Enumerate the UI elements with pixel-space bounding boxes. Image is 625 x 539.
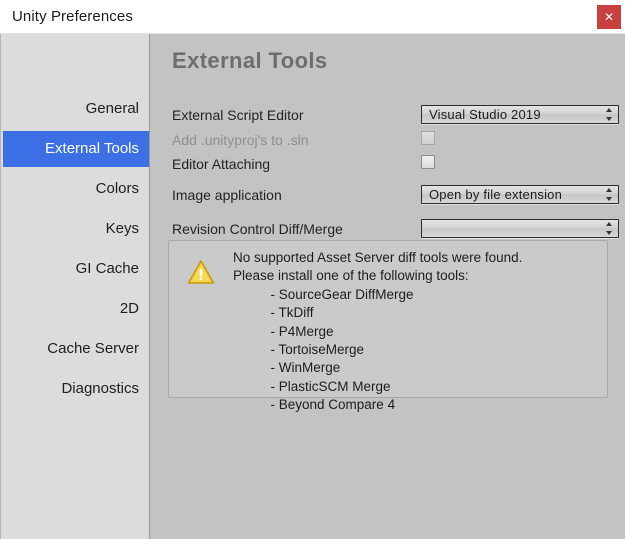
close-button[interactable]: ✕ <box>597 5 621 29</box>
label-editor-attaching: Editor Attaching <box>172 156 271 172</box>
dropdown-external-script-editor[interactable]: Visual Studio 2019 <box>421 105 619 124</box>
chevron-updown-icon <box>605 222 614 235</box>
form-row-external-script-editor: External Script Editor Visual Studio 2019 <box>151 105 625 127</box>
sidebar-item-external-tools[interactable]: External Tools <box>3 131 149 167</box>
help-box-text: No supported Asset Server diff tools wer… <box>233 250 523 413</box>
preferences-main-panel: External Tools External Script Editor Vis… <box>151 34 625 539</box>
chevron-updown-icon <box>605 108 614 121</box>
window-content: General External Tools Colors Keys GI Cache 2… <box>0 34 625 539</box>
title-bar: Unity Preferences ✕ <box>0 0 625 34</box>
help-box: No supported Asset Server diff tools wer… <box>168 240 608 412</box>
dropdown-image-application[interactable]: Open by file extension <box>421 185 619 204</box>
label-external-script-editor: External Script Editor <box>172 107 304 123</box>
sidebar-item-colors[interactable]: Colors <box>3 171 149 207</box>
warning-triangle-icon <box>187 259 215 285</box>
sidebar-item-diagnostics[interactable]: Diagnostics <box>3 371 149 407</box>
sidebar-item-2d[interactable]: 2D <box>3 291 149 327</box>
form-row-revision-control-diff-merge: Revision Control Diff/Merge <box>151 219 625 241</box>
form-row-editor-attaching: Editor Attaching <box>151 154 625 176</box>
label-revision-control-diff-merge: Revision Control Diff/Merge <box>172 221 343 237</box>
sidebar-item-cache-server[interactable]: Cache Server <box>3 331 149 367</box>
label-add-unityproj-s-to-sln: Add .unityproj's to .sln <box>172 132 309 148</box>
checkbox-editor-attaching[interactable] <box>421 155 435 169</box>
sidebar-item-keys[interactable]: Keys <box>3 211 149 247</box>
form-row-add-unityproj-s-to-sln: Add .unityproj's to .sln <box>151 130 625 152</box>
dropdown-value-image-application: Open by file extension <box>429 187 563 202</box>
dropdown-value-external-script-editor: Visual Studio 2019 <box>429 107 541 122</box>
dropdown-revision-control-diff-merge[interactable] <box>421 219 619 238</box>
label-image-application: Image application <box>172 187 282 203</box>
unity-preferences-window: Unity Preferences ✕ General External Tool… <box>0 0 625 539</box>
window-title: Unity Preferences <box>12 8 133 25</box>
close-icon: ✕ <box>603 10 615 24</box>
checkbox-add-unityproj-s-to-sln <box>421 131 435 145</box>
chevron-updown-icon <box>605 188 614 201</box>
page-title: External Tools <box>172 48 328 73</box>
form-row-image-application: Image application Open by file extension <box>151 185 625 207</box>
dropdown-value-revision-control-diff-merge <box>429 220 598 237</box>
preferences-sidebar: General External Tools Colors Keys GI Cache 2… <box>0 34 150 539</box>
sidebar-item-gi-cache[interactable]: GI Cache <box>3 251 149 287</box>
sidebar-item-general[interactable]: General <box>3 91 149 127</box>
